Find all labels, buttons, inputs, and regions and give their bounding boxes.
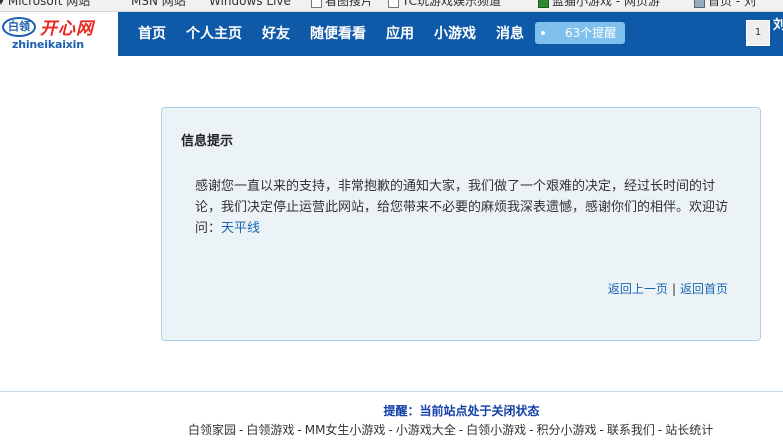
game-icon [538,0,549,8]
footer-separator: - [388,423,393,437]
visit-link[interactable]: 天平线 [221,221,260,236]
page-icon [388,0,399,8]
nav-games[interactable]: 小游戏 [424,12,486,56]
footer-separator: - [599,423,604,437]
favorite-label: Microsoft 网站 [7,0,91,8]
separator: | [671,282,676,296]
footer-link[interactable]: 小游戏大全 [396,423,456,437]
footer-link[interactable]: 白领小游戏 [466,423,526,437]
user-name[interactable]: 刘 [773,14,783,33]
message-body: 感谢您一直以来的支持，非常抱歉的通知大家，我们做了一个艰难的决定，经过长时间的讨… [195,176,735,239]
favorite-label: 看图搜片 [325,0,374,8]
footer-link[interactable]: 联系我们 [607,423,655,437]
info-message-box: 信息提示 感谢您一直以来的支持，非常抱歉的通知大家，我们做了一个艰难的决定，经过… [161,107,761,341]
favorite-item[interactable]: TC玩游戏娱乐频道 [388,0,501,8]
main-nav: 首页 个人主页 好友 随便看看 应用 小游戏 消息 [128,12,534,56]
message-actions: 返回上一页 | 返回首页 [608,280,728,297]
favorite-item[interactable]: 首页 - 刘 [694,0,756,8]
page-icon [311,0,322,8]
nav-home[interactable]: 首页 [128,12,176,56]
favorite-item[interactable]: ▾ Microsoft 网站 [0,0,90,7]
favorite-item[interactable]: Windows Live [209,0,291,7]
top-navigation-bar: 白领 开心网 zhineikaixin 首页 个人主页 好友 随便看看 应用 小… [0,12,783,56]
nav-browse[interactable]: 随便看看 [300,12,376,56]
favorite-label: 蓝猫小游戏 - 网页游 [552,0,660,8]
message-text: 感谢您一直以来的支持，非常抱歉的通知大家，我们做了一个艰难的决定，经过长时间的讨… [195,179,729,236]
chevron-icon: ▾ [0,0,8,8]
footer-separator: - [458,423,464,437]
favorite-label: Windows Live [209,0,291,8]
favorites-bar: ▾ Microsoft 网站 MSN 网站 Windows Live 看图搜片 … [0,0,783,12]
logo-title: 开心网 [40,19,94,39]
footer-link[interactable]: 站长统计 [665,423,713,437]
nav-apps[interactable]: 应用 [376,12,424,56]
favorite-label: MSN 网站 [131,0,186,8]
favorite-label: 首页 - 刘 [708,0,756,8]
footer-notice: 提醒：当前站点处于关闭状态 [383,404,540,418]
favorite-item[interactable]: 蓝猫小游戏 - 网页游 [538,0,660,8]
footer-link[interactable]: 白领家园 [188,423,236,437]
notification-label: 63个提醒 [565,26,617,40]
favorite-item[interactable]: 看图搜片 [311,0,373,8]
footer-link[interactable]: MM女生小游戏 [305,423,386,437]
nav-messages[interactable]: 消息 [486,12,534,56]
back-link[interactable]: 返回上一页 [608,282,668,296]
footer-separator: - [529,423,534,437]
home-link[interactable]: 返回首页 [680,282,728,296]
home-icon [694,0,705,8]
notification-button[interactable]: 63个提醒 [535,22,625,44]
message-title: 信息提示 [181,134,234,149]
favorite-item[interactable]: MSN 网站 [131,0,186,7]
footer-links: 白领家园 - 白领游戏 - MM女生小游戏 - 小游戏大全 - 白领小游戏 - 积分小游戏 - 联系我们… [188,421,713,438]
logo-subtitle: zhineikaixin [12,38,84,51]
nav-friends[interactable]: 好友 [252,12,300,56]
favorite-label: TC玩游戏娱乐频道 [402,0,502,8]
notification-dot-icon [541,31,545,35]
footer-separator: - [239,423,244,437]
footer-link[interactable]: 白领游戏 [246,423,294,437]
footer-separator: - [297,423,302,437]
footer-separator: - [657,423,663,437]
footer-divider [0,391,783,392]
footer-link[interactable]: 积分小游戏 [537,423,597,437]
logo-badge: 白领 [2,17,36,37]
nav-profile[interactable]: 个人主页 [176,12,252,56]
avatar[interactable]: 1 [746,20,770,46]
site-logo[interactable]: 白领 开心网 zhineikaixin [0,12,118,56]
